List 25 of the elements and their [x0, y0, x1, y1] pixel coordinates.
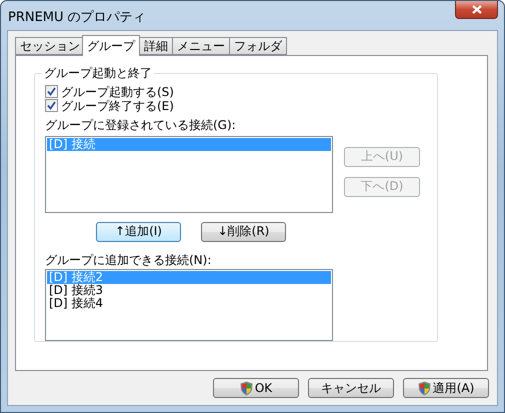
tab[interactable]: メニュー: [172, 37, 230, 55]
checkbox[interactable]: [45, 99, 58, 112]
close-button[interactable]: [455, 1, 498, 19]
close-icon: [472, 5, 482, 14]
shield-icon: [240, 380, 253, 396]
tab[interactable]: セッション: [15, 37, 85, 55]
list-item[interactable]: [D] 接続3: [47, 284, 331, 297]
tab[interactable]: 詳細: [139, 37, 173, 55]
window-title: PRNEMU のプロパティ: [8, 9, 146, 26]
tab[interactable]: フォルダ: [229, 37, 287, 55]
list-label: グループに登録されている接続(G):: [45, 118, 237, 132]
dialog-button[interactable]: キャンセル: [308, 378, 394, 398]
group-title: グループ起動と終了: [43, 65, 153, 82]
list-box[interactable]: [D] 接続2 [D] 接続3 [D] 接続4: [45, 268, 333, 341]
shield-icon: [418, 380, 431, 396]
tab[interactable]: グループ: [82, 35, 140, 56]
checkbox-label[interactable]: グループ起動する(S): [61, 84, 174, 99]
list-item[interactable]: [D] 接続4: [47, 296, 331, 310]
checkbox[interactable]: [45, 85, 58, 98]
dialog-button[interactable]: OK: [213, 378, 299, 398]
transfer-button[interactable]: ↓削除(R): [201, 222, 286, 242]
list-label: グループに追加できる接続(N):: [45, 252, 212, 267]
checkbox-label[interactable]: グループ終了する(E): [61, 98, 174, 113]
transfer-button[interactable]: ↑追加(I): [96, 222, 181, 242]
dialog-button[interactable]: 適用(A): [403, 378, 489, 398]
